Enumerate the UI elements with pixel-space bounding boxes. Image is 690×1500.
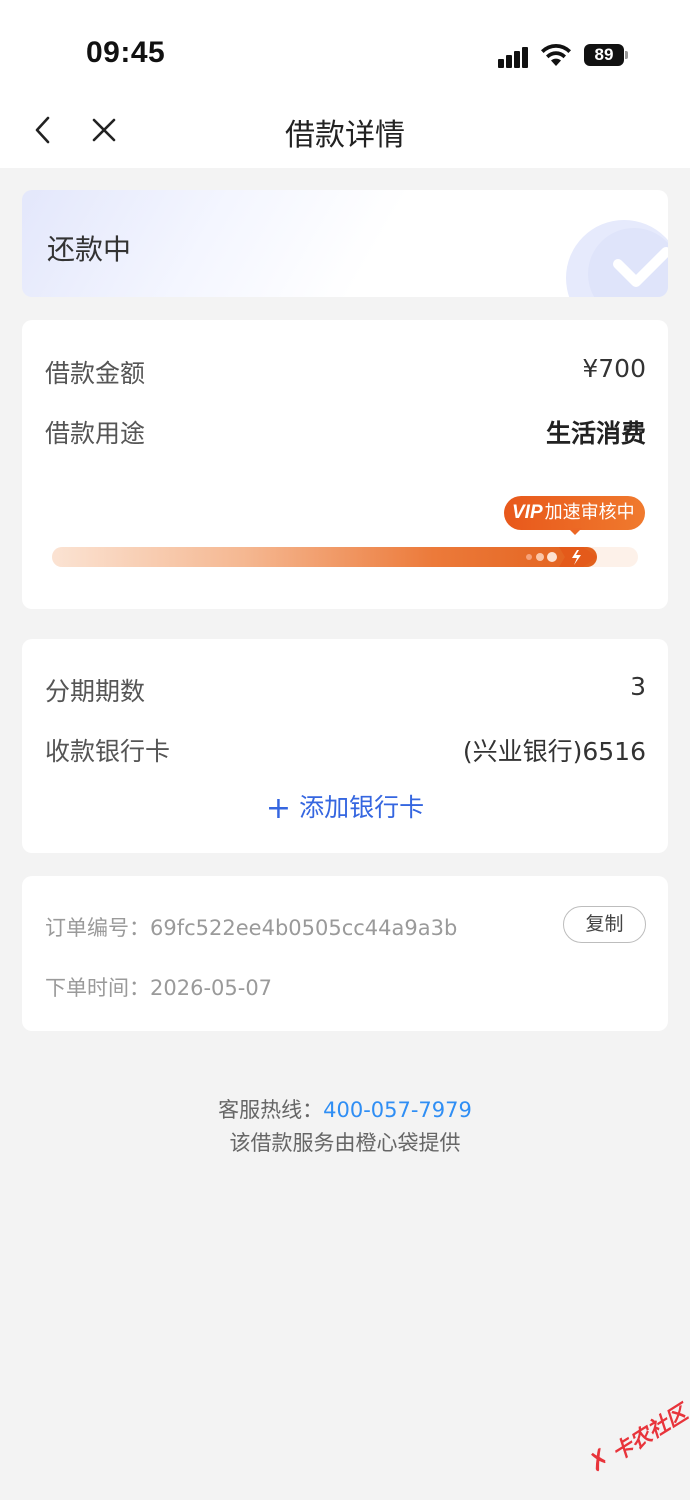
- order-id-label: 订单编号：: [45, 916, 150, 940]
- watermark-text: 卡农社区: [607, 1400, 690, 1466]
- vip-text: 加速审核中: [544, 502, 635, 523]
- vip-mark: VIP: [512, 502, 543, 523]
- battery-icon: 89: [584, 44, 628, 66]
- plus-icon: +: [265, 791, 292, 826]
- repayment-card: 分期期数 3 收款银行卡 (兴业银行)6516 + 添加银行卡: [22, 639, 668, 853]
- hotline-label: 客服热线：: [218, 1098, 324, 1122]
- installments-label: 分期期数: [45, 677, 146, 706]
- order-time-label: 下单时间：: [45, 976, 150, 1000]
- status-time: 09:45: [86, 36, 166, 69]
- order-time-value: 2026-05-07: [150, 976, 273, 1000]
- bank-card-label: 收款银行卡: [45, 737, 171, 766]
- order-info-card: 订单编号：69fc522ee4b0505cc44a9a3b 复制 下单时间：20…: [22, 876, 668, 1031]
- progress-fill: [52, 547, 597, 567]
- hotline-row: 客服热线：400-057-7979: [0, 1094, 690, 1124]
- add-bank-card-label: 添加银行卡: [299, 793, 425, 822]
- watermark-logo: ✗ 卡农社区: [575, 1389, 690, 1500]
- purpose-label: 借款用途: [45, 419, 146, 448]
- check-circle-icon: [566, 220, 668, 297]
- amount-value: ¥700: [582, 354, 646, 383]
- provider-text: 该借款服务由橙心袋提供: [229, 1131, 461, 1155]
- order-id-row: 订单编号：69fc522ee4b0505cc44a9a3b: [45, 912, 457, 942]
- add-bank-card-button[interactable]: + 添加银行卡: [22, 788, 668, 826]
- copy-button[interactable]: 复制: [563, 906, 646, 943]
- loan-info-card: 借款金额 ¥700 借款用途 生活消费 VIP 加速审核中: [22, 320, 668, 609]
- amount-label: 借款金额: [45, 359, 146, 388]
- header: 09:45 89 借款详情: [0, 0, 690, 168]
- wifi-icon: [541, 43, 571, 66]
- rocket-icon: [526, 547, 597, 567]
- order-time-row: 下单时间：2026-05-07: [45, 972, 272, 1002]
- installments-value: 3: [630, 672, 646, 701]
- vip-badge: VIP 加速审核中: [504, 496, 645, 535]
- page-title: 借款详情: [285, 118, 405, 153]
- bank-card-value: (兴业银行)6516: [462, 737, 646, 766]
- loan-status-card: 还款中: [22, 190, 668, 297]
- purpose-value: 生活消费: [545, 419, 646, 448]
- loan-status-text: 还款中: [47, 233, 132, 266]
- signal-icon: [498, 46, 534, 68]
- battery-level: 89: [594, 45, 614, 64]
- order-id-value: 69fc522ee4b0505cc44a9a3b: [150, 916, 458, 940]
- hotline-number-link[interactable]: 400-057-7979: [323, 1098, 472, 1122]
